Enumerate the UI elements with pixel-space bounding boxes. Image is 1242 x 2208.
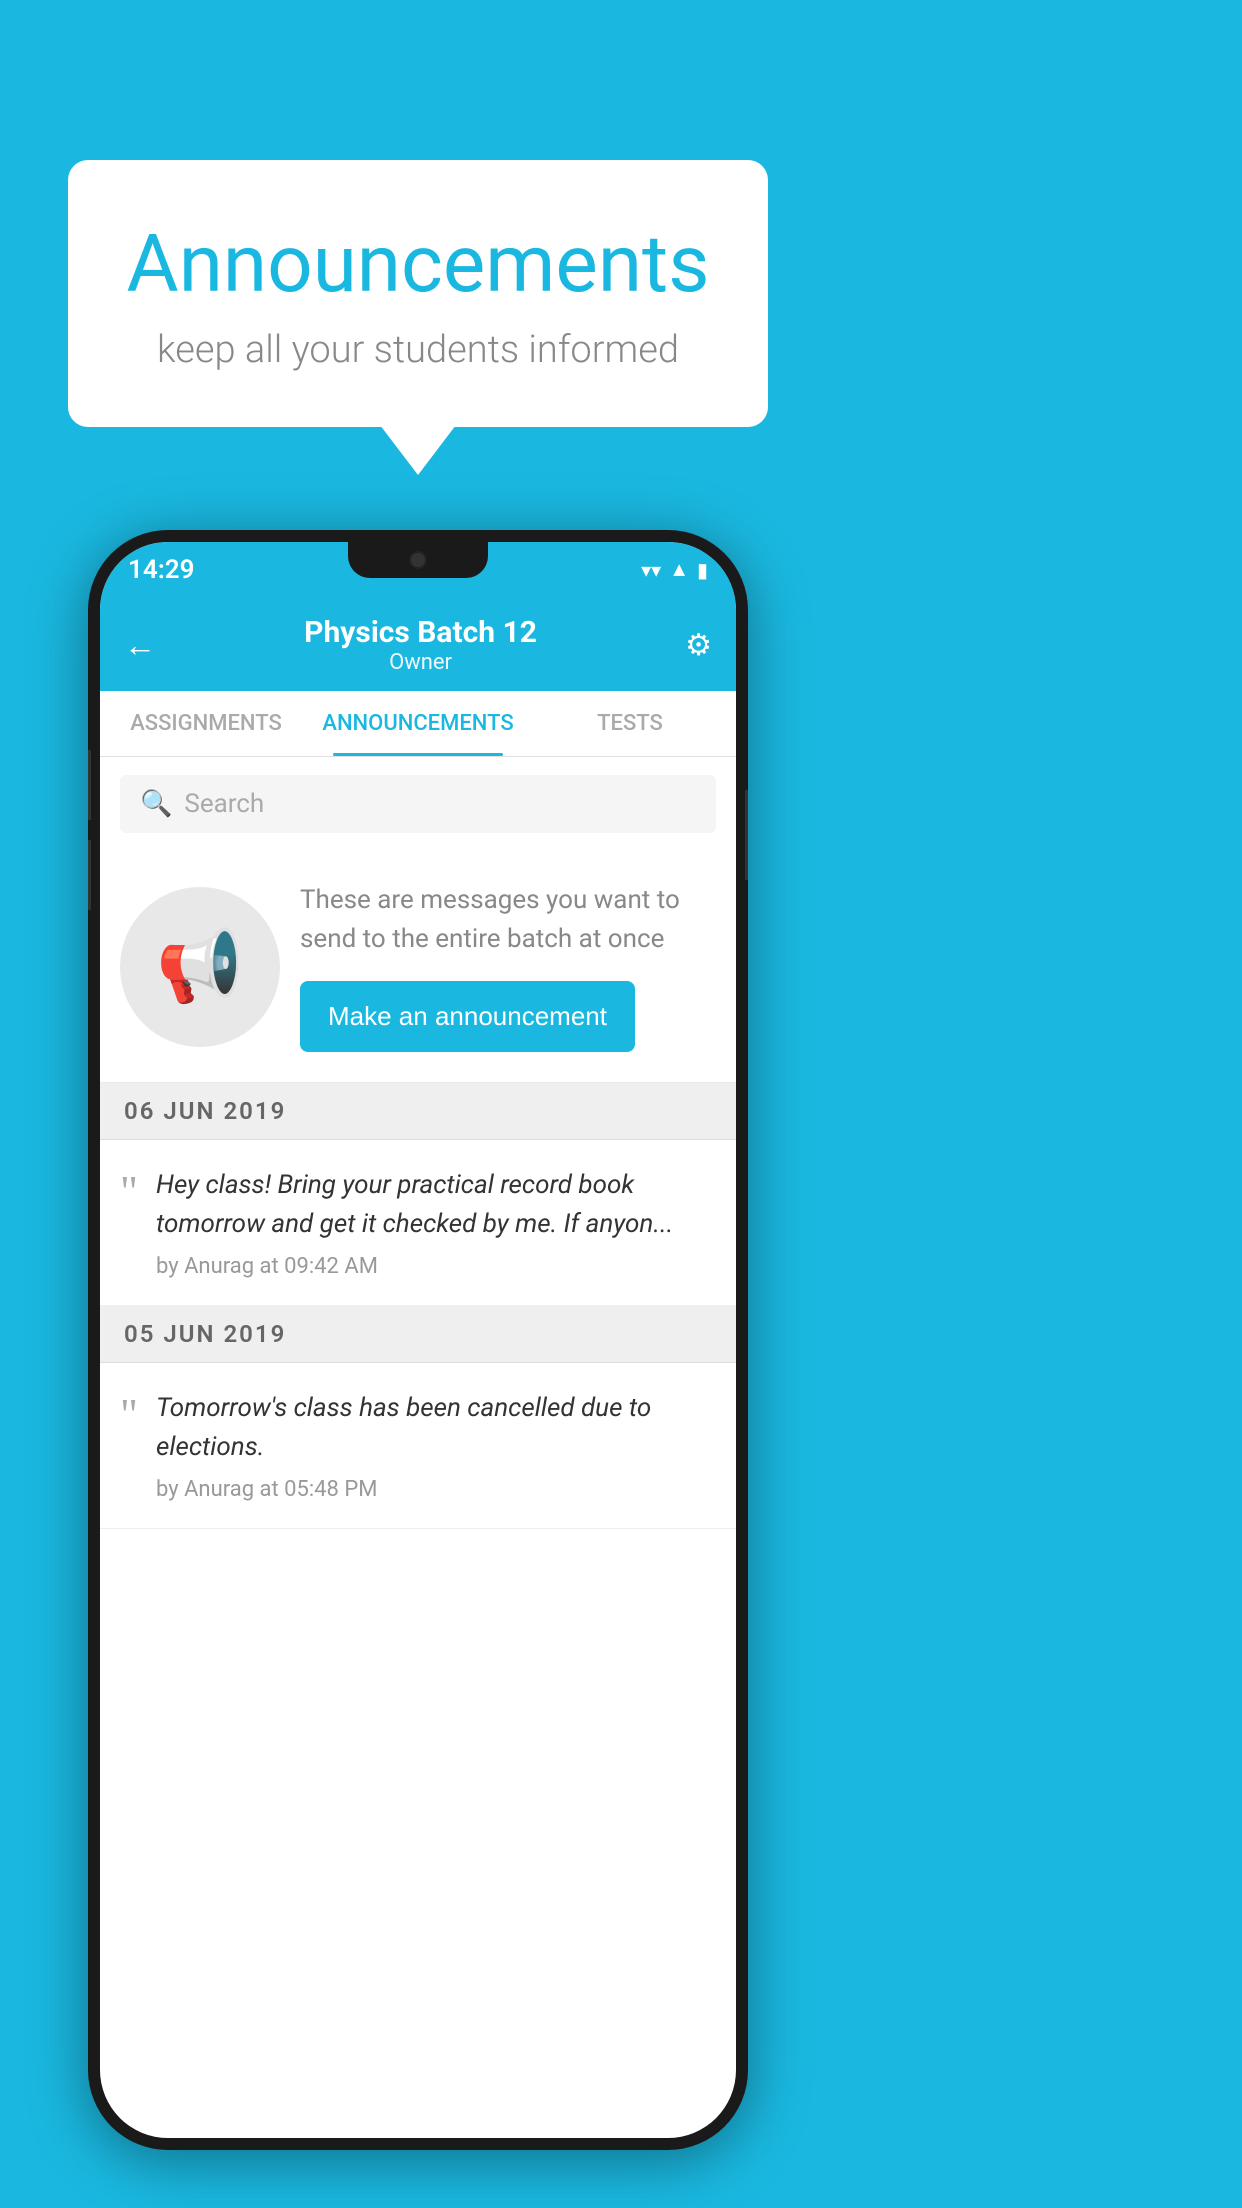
status-time: 14:29 bbox=[128, 555, 195, 585]
date-separator-2: 05 JUN 2019 bbox=[100, 1306, 736, 1363]
tab-announcements[interactable]: ANNOUNCEMENTS bbox=[312, 691, 524, 756]
speech-bubble-subtitle: keep all your students informed bbox=[118, 328, 718, 372]
tab-assignments[interactable]: ASSIGNMENTS bbox=[100, 691, 312, 756]
announcement-text-block-1: Hey class! Bring your practical record b… bbox=[156, 1166, 716, 1279]
camera bbox=[409, 551, 427, 569]
announcement-message-1: Hey class! Bring your practical record b… bbox=[156, 1166, 716, 1244]
signal-icon: ▲ bbox=[669, 557, 689, 582]
announcement-item-1[interactable]: " Hey class! Bring your practical record… bbox=[100, 1140, 736, 1306]
date-separator-1: 06 JUN 2019 bbox=[100, 1083, 736, 1140]
settings-icon[interactable]: ⚙ bbox=[685, 628, 712, 663]
promo-description: These are messages you want to send to t… bbox=[300, 881, 716, 959]
promo-icon-circle: 📢 bbox=[120, 887, 280, 1047]
status-icons: ▾▾ ▲ ▮ bbox=[641, 557, 708, 582]
power-button bbox=[745, 790, 748, 880]
header-title: Physics Batch 12 bbox=[304, 615, 537, 650]
make-announcement-button[interactable]: Make an announcement bbox=[300, 981, 635, 1052]
speech-bubble-title: Announcements bbox=[118, 220, 718, 308]
speech-bubble: Announcements keep all your students inf… bbox=[68, 160, 768, 427]
vol-up-button bbox=[88, 750, 91, 820]
announcement-message-2: Tomorrow's class has been cancelled due … bbox=[156, 1389, 716, 1467]
tab-tests[interactable]: TESTS bbox=[524, 691, 736, 756]
announcement-item-2[interactable]: " Tomorrow's class has been cancelled du… bbox=[100, 1363, 736, 1529]
promo-section: 📢 These are messages you want to send to… bbox=[100, 851, 736, 1083]
promo-right: These are messages you want to send to t… bbox=[300, 881, 716, 1052]
tab-bar: ASSIGNMENTS ANNOUNCEMENTS TESTS bbox=[100, 691, 736, 757]
search-input-wrap[interactable]: 🔍 Search bbox=[120, 775, 716, 833]
phone-notch bbox=[348, 542, 488, 578]
search-bar-container: 🔍 Search bbox=[100, 757, 736, 851]
quote-icon-2: " bbox=[120, 1393, 138, 1437]
search-icon: 🔍 bbox=[140, 789, 172, 819]
vol-down-button bbox=[88, 840, 91, 910]
wifi-icon: ▾▾ bbox=[641, 558, 661, 582]
announcement-meta-2: by Anurag at 05:48 PM bbox=[156, 1477, 716, 1502]
quote-icon-1: " bbox=[120, 1170, 138, 1214]
phone-screen: 14:29 ▾▾ ▲ ▮ ← Physics Batch 12 Owner ⚙ … bbox=[100, 542, 736, 2138]
megaphone-icon: 📢 bbox=[156, 926, 243, 1008]
header-title-group: Physics Batch 12 Owner bbox=[304, 615, 537, 675]
header-subtitle: Owner bbox=[304, 650, 537, 675]
back-button[interactable]: ← bbox=[124, 626, 156, 664]
app-header: ← Physics Batch 12 Owner ⚙ bbox=[100, 597, 736, 691]
announcement-text-block-2: Tomorrow's class has been cancelled due … bbox=[156, 1389, 716, 1502]
search-placeholder: Search bbox=[184, 789, 264, 819]
announcement-meta-1: by Anurag at 09:42 AM bbox=[156, 1254, 716, 1279]
phone-mockup: 14:29 ▾▾ ▲ ▮ ← Physics Batch 12 Owner ⚙ … bbox=[88, 530, 748, 2150]
battery-icon: ▮ bbox=[697, 558, 708, 582]
